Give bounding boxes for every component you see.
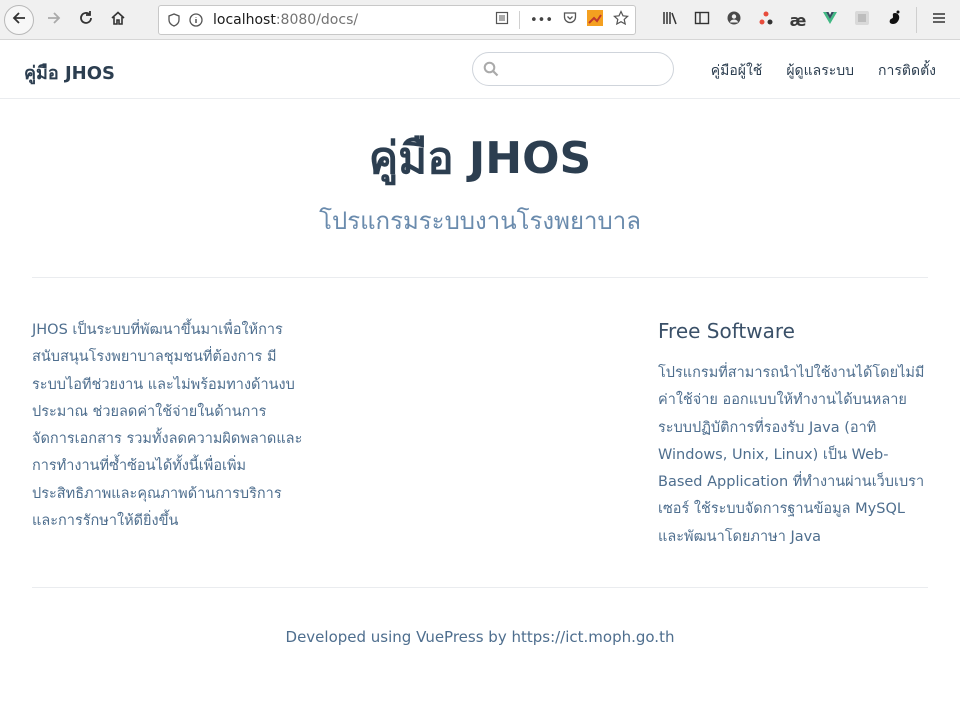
hero-section: คู่มือ JHOS โปรแกรมระบบงานโรงพยาบาล [0,133,960,237]
search-icon [483,61,499,77]
sidebar-icon[interactable] [692,10,712,30]
feature-about-text: JHOS เป็นระบบที่พัฒนาขึ้นมาเพื่อให้การสน… [32,322,303,530]
vue-devtools-icon[interactable] [820,10,840,30]
url-host: localhost [213,12,276,28]
feature-free-software-title: Free Software [658,319,795,343]
nav-link-user-guide[interactable]: คู่มือผู้ใช้ [711,60,763,82]
nav-links: คู่มือผู้ใช้ ผู้ดูแลระบบ การติดตั้ง [711,60,936,82]
url-port: :8080 [275,12,317,28]
arrow-left-icon [11,10,27,30]
library-icon[interactable] [660,10,680,30]
ae-extension-icon[interactable]: æ [788,11,808,30]
feature-free-software-text: โปรแกรมที่สามารถนำไปใช้งานได้โดยไม่มีค่า… [658,365,925,545]
extension-grid-icon[interactable] [852,10,872,30]
url-text[interactable]: localhost:8080/docs/ [213,12,358,28]
more-actions-icon[interactable]: ••• [530,13,553,28]
url-bar[interactable]: localhost:8080/docs/ ••• [158,5,636,35]
feature-free-software: Free Software โปรแกรมที่สามารถนำไปใช้งาน… [658,318,928,551]
url-path: /docs/ [316,12,359,28]
nav-link-installation[interactable]: การติดตั้ง [878,60,936,82]
footer-divider [32,587,928,589]
hero-tagline: โปรแกรมระบบงานโรงพยาบาล [319,207,641,235]
reload-button[interactable] [72,6,100,34]
browser-toolbar: localhost:8080/docs/ ••• æ [0,0,960,40]
page-footer: Developed using VuePress by https://ict.… [285,628,675,647]
home-icon [110,10,126,30]
site-navbar: คู่มือ JHOS คู่มือผู้ใช้ ผู้ดูแลระบบ การ… [0,40,960,99]
account-icon[interactable] [724,10,744,30]
arrow-right-icon [46,10,62,30]
toolbar-divider [916,7,917,33]
features-section: JHOS เป็นระบบที่พัฒนาขึ้นมาเพื่อให้การสน… [0,318,960,551]
shield-icon[interactable] [163,6,185,34]
search-input[interactable] [472,52,674,86]
site-name-link[interactable]: คู่มือ JHOS [24,58,115,87]
back-button[interactable] [4,4,34,35]
reader-view-icon[interactable] [495,11,509,29]
bookmark-star-icon[interactable] [613,10,629,30]
nav-link-admin[interactable]: ผู้ดูแลระบบ [786,60,854,82]
section-divider [32,277,928,278]
home-button[interactable] [104,6,132,34]
reload-icon [78,10,94,30]
chart-extension-icon[interactable] [587,10,603,30]
hamburger-menu-icon[interactable] [929,10,949,30]
gnome-extension-icon[interactable] [884,10,904,30]
url-divider [518,11,520,29]
forward-button[interactable] [40,6,68,34]
hero-title: คู่มือ JHOS [368,133,592,184]
feature-about: JHOS เป็นระบบที่พัฒนาขึ้นมาเพื่อให้การสน… [32,318,304,551]
info-icon[interactable] [185,6,207,34]
extension-network-icon[interactable] [756,10,776,30]
pocket-icon[interactable] [563,11,577,29]
